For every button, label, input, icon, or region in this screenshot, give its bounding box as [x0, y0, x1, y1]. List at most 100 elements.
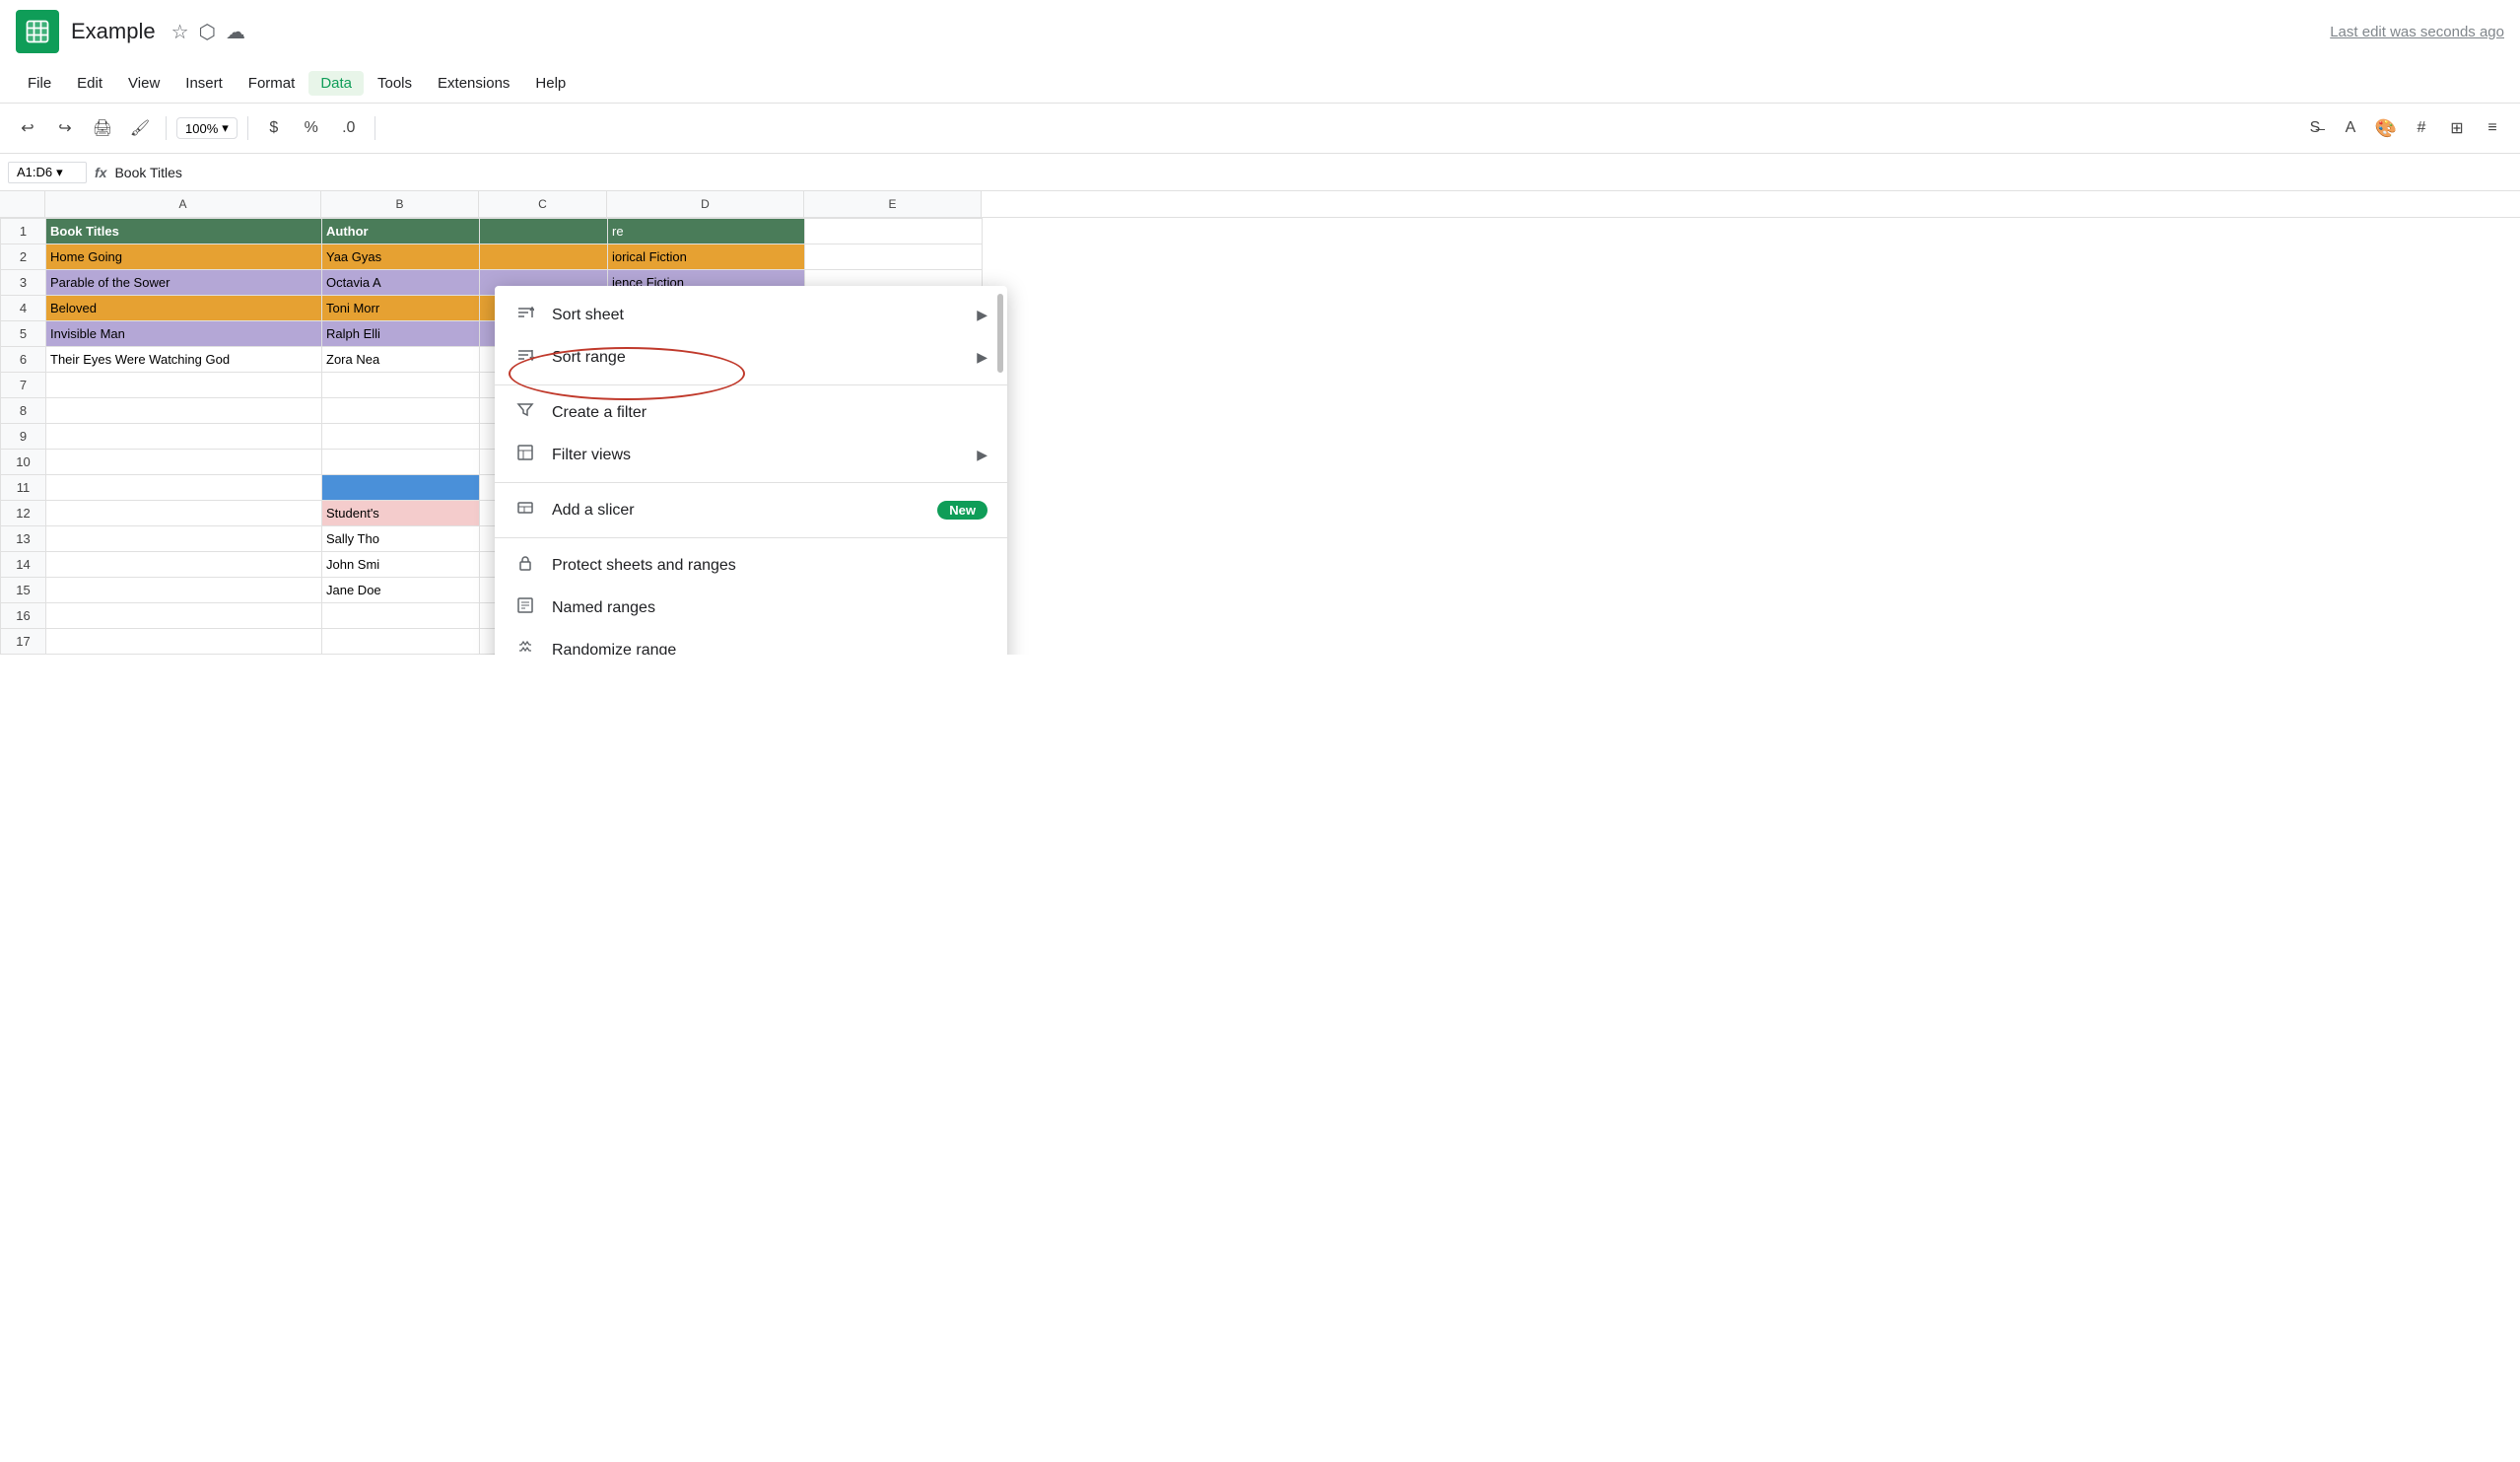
- title-icons: ☆ ⬡ ☁: [171, 20, 245, 44]
- cell-a17[interactable]: [46, 629, 322, 655]
- cell-b16[interactable]: [322, 603, 480, 629]
- cell-reference-box[interactable]: A1:D6 ▾: [8, 162, 87, 183]
- text-color-button[interactable]: A: [2335, 112, 2366, 144]
- cell-b5[interactable]: Ralph Elli: [322, 321, 480, 347]
- cell-b17[interactable]: [322, 629, 480, 655]
- cloud-icon[interactable]: ☁: [226, 20, 245, 44]
- col-header-a[interactable]: A: [45, 191, 321, 217]
- data-menu-dropdown: Sort sheet ▶ Sort range ▶: [495, 286, 1007, 655]
- cell-b2[interactable]: Yaa Gyas: [322, 244, 480, 270]
- menu-view[interactable]: View: [116, 71, 171, 96]
- cell-b9[interactable]: [322, 424, 480, 450]
- cell-b1[interactable]: Author: [322, 219, 480, 244]
- sort-sheet-label: Sort sheet: [552, 307, 624, 324]
- dropdown-filter-views[interactable]: Filter views ▶: [495, 434, 1007, 476]
- cell-b13[interactable]: Sally Tho: [322, 526, 480, 552]
- last-edit-status[interactable]: Last edit was seconds ago: [2330, 24, 2504, 40]
- cell-b6[interactable]: Zora Nea: [322, 347, 480, 373]
- row-num-16: 16: [1, 603, 46, 629]
- filter-views-arrow: ▶: [977, 447, 988, 463]
- menu-extensions[interactable]: Extensions: [426, 71, 521, 96]
- dropdown-protect-sheets[interactable]: Protect sheets and ranges: [495, 544, 1007, 587]
- toolbar-divider-1: [166, 116, 167, 140]
- app-icon: [16, 10, 59, 53]
- cell-a15[interactable]: [46, 578, 322, 603]
- dropdown-scrollbar[interactable]: [997, 294, 1003, 373]
- align-button[interactable]: ≡: [2477, 112, 2508, 144]
- cell-b10[interactable]: [322, 450, 480, 475]
- dropdown-add-slicer[interactable]: Add a slicer New: [495, 489, 1007, 531]
- cell-e1[interactable]: [805, 219, 983, 244]
- redo-button[interactable]: ↪: [49, 112, 81, 144]
- menu-insert[interactable]: Insert: [173, 71, 235, 96]
- print-button[interactable]: 🖨: [87, 112, 118, 144]
- divider-3: [495, 537, 1007, 538]
- row-num-13: 13: [1, 526, 46, 552]
- cell-b8[interactable]: [322, 398, 480, 424]
- row-num-10: 10: [1, 450, 46, 475]
- decimal-button[interactable]: .0: [333, 112, 365, 144]
- dropdown-randomize-range[interactable]: Randomize range: [495, 629, 1007, 655]
- col-header-b[interactable]: B: [321, 191, 479, 217]
- cell-a11[interactable]: [46, 475, 322, 501]
- cell-b11[interactable]: [322, 475, 480, 501]
- percent-button[interactable]: %: [296, 112, 327, 144]
- cell-a7[interactable]: [46, 373, 322, 398]
- cell-a13[interactable]: [46, 526, 322, 552]
- menu-edit[interactable]: Edit: [65, 71, 114, 96]
- cell-a6[interactable]: Their Eyes Were Watching God: [46, 347, 322, 373]
- cell-b3[interactable]: Octavia A: [322, 270, 480, 296]
- cell-a8[interactable]: [46, 398, 322, 424]
- cell-a2[interactable]: Home Going: [46, 244, 322, 270]
- sort-sheet-icon: [514, 304, 536, 326]
- cell-a9[interactable]: [46, 424, 322, 450]
- cell-a3[interactable]: Parable of the Sower: [46, 270, 322, 296]
- cell-a10[interactable]: [46, 450, 322, 475]
- title-bar: Example ☆ ⬡ ☁ Last edit was seconds ago: [0, 0, 2520, 63]
- dropdown-sort-sheet[interactable]: Sort sheet ▶: [495, 294, 1007, 336]
- cell-a14[interactable]: [46, 552, 322, 578]
- cell-d2[interactable]: iorical Fiction: [608, 244, 805, 270]
- menu-format[interactable]: Format: [237, 71, 307, 96]
- cell-b7[interactable]: [322, 373, 480, 398]
- menu-tools[interactable]: Tools: [366, 71, 424, 96]
- star-icon[interactable]: ☆: [171, 20, 189, 44]
- divider-1: [495, 384, 1007, 385]
- currency-button[interactable]: $: [258, 112, 290, 144]
- cell-a12[interactable]: [46, 501, 322, 526]
- cell-a16[interactable]: [46, 603, 322, 629]
- col-header-d[interactable]: D: [607, 191, 804, 217]
- cell-b12[interactable]: Student's: [322, 501, 480, 526]
- zoom-select[interactable]: 100% ▾: [176, 117, 238, 139]
- undo-button[interactable]: ↩: [12, 112, 43, 144]
- merge-button[interactable]: ⊞: [2441, 112, 2473, 144]
- strikethrough-button[interactable]: S̶: [2299, 112, 2331, 144]
- cell-b14[interactable]: John Smi: [322, 552, 480, 578]
- dropdown-sort-range[interactable]: Sort range ▶: [495, 336, 1007, 379]
- col-header-c[interactable]: C: [479, 191, 607, 217]
- cell-c2[interactable]: [480, 244, 608, 270]
- cell-b4[interactable]: Toni Morr: [322, 296, 480, 321]
- borders-button[interactable]: #: [2406, 112, 2437, 144]
- cell-e2[interactable]: [805, 244, 983, 270]
- formula-icon: fx: [95, 165, 106, 180]
- menu-help[interactable]: Help: [523, 71, 578, 96]
- folder-icon[interactable]: ⬡: [199, 20, 216, 44]
- fill-color-button[interactable]: 🎨: [2370, 112, 2402, 144]
- cell-d1[interactable]: re: [608, 219, 805, 244]
- dropdown-create-filter[interactable]: Create a filter: [495, 391, 1007, 434]
- filter-icon: [514, 401, 536, 424]
- cell-c1[interactable]: [480, 219, 608, 244]
- paint-format-button[interactable]: 🖌: [124, 112, 156, 144]
- menu-file[interactable]: File: [16, 71, 63, 96]
- cell-a4[interactable]: Beloved: [46, 296, 322, 321]
- cell-a1[interactable]: Book Titles: [46, 219, 322, 244]
- dropdown-named-ranges[interactable]: Named ranges: [495, 587, 1007, 629]
- cell-a5[interactable]: Invisible Man: [46, 321, 322, 347]
- col-header-e[interactable]: E: [804, 191, 982, 217]
- cell-b15[interactable]: Jane Doe: [322, 578, 480, 603]
- sort-range-icon: [514, 346, 536, 369]
- row-num-8: 8: [1, 398, 46, 424]
- cell-ref-dropdown[interactable]: ▾: [56, 165, 63, 180]
- menu-data[interactable]: Data: [308, 71, 364, 96]
